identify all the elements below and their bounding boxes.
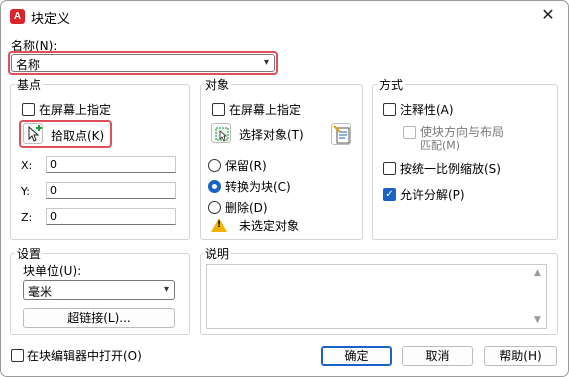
description-title: 说明 [203,245,232,262]
y-value: 0 [50,184,57,197]
scroll-up-icon[interactable]: ▲ [534,268,541,278]
convert-to-block-radio[interactable] [208,180,221,193]
help-button[interactable]: 帮助(H) [484,346,557,366]
chevron-down-icon[interactable]: ▾ [264,57,269,68]
select-objects-button[interactable] [211,123,231,143]
base-specify-on-screen-label: 在屏幕上指定 [39,103,112,117]
objects-specify-on-screen-label: 在屏幕上指定 [229,103,302,117]
block-unit-label: 块单位(U): [23,264,82,278]
description-scrollbar[interactable]: ▲ ▼ [532,265,546,328]
block-unit-value: 毫米 [28,285,53,299]
open-in-block-editor-label: 在块编辑器中打开(O) [27,349,142,363]
name-value: 名称 [16,58,41,72]
retain-radio[interactable] [208,159,221,172]
annotative-checkbox[interactable] [383,103,396,116]
scale-uniformly-checkbox[interactable] [383,162,396,175]
objects-title: 对象 [203,76,232,93]
x-input[interactable]: 0 [46,156,176,173]
annotative-label: 注释性(A) [400,103,454,117]
delete-label: 删除(D) [225,201,268,215]
behavior-title: 方式 [377,76,406,93]
ok-button[interactable]: 确定 [321,346,392,366]
y-input[interactable]: 0 [46,182,176,199]
quick-select-button[interactable] [331,123,351,145]
block-unit-select[interactable]: 毫米 ▾ [23,280,175,300]
z-value: 0 [50,210,57,223]
base-point-title: 基点 [15,76,44,93]
cancel-button[interactable]: 取消 [402,346,473,366]
app-logo-icon: A [10,9,25,24]
block-definition-dialog: A 块定义 ✕ 名称(N): 名称 ▾ 基点 在屏幕上指定 拾取点(K) X: … [0,0,569,377]
select-objects-icon [215,127,229,142]
dialog-title: 块定义 [31,12,71,27]
x-value: 0 [50,158,57,171]
allow-exploding-label: 允许分解(P) [400,188,465,202]
close-icon[interactable]: ✕ [538,5,558,25]
z-label: Z: [21,211,33,224]
pick-point-icon [28,125,42,142]
quick-select-icon [333,125,350,144]
chevron-down-icon[interactable]: ▾ [164,284,169,295]
match-orientation-label-line2: 匹配(M) [420,139,461,152]
settings-title: 设置 [15,245,44,262]
base-specify-on-screen-checkbox[interactable] [22,103,35,116]
no-objects-selected-text: 未选定对象 [239,219,300,233]
convert-to-block-label: 转换为块(C) [225,180,291,194]
scale-uniformly-label: 按统一比例缩放(S) [400,162,501,176]
allow-exploding-checkbox[interactable]: ✓ [383,188,396,201]
y-label: Y: [21,185,30,198]
description-textarea[interactable]: ▲ ▼ [206,264,547,329]
open-in-block-editor-checkbox[interactable] [11,349,24,362]
objects-specify-on-screen-checkbox[interactable] [212,103,225,116]
select-objects-label[interactable]: 选择对象(T) [239,126,304,143]
delete-radio[interactable] [208,201,221,214]
retain-label: 保留(R) [225,159,267,173]
hyperlink-button[interactable]: 超链接(L)... [23,308,175,328]
z-input[interactable]: 0 [46,208,176,225]
pick-point-button[interactable] [23,123,43,144]
title-bar: A 块定义 ✕ [1,1,568,31]
pick-point-label[interactable]: 拾取点(K) [51,127,104,144]
scroll-down-icon[interactable]: ▼ [534,315,541,325]
match-orientation-checkbox[interactable] [403,126,416,139]
x-label: X: [21,159,33,172]
name-combobox[interactable]: 名称 ▾ [11,54,275,72]
